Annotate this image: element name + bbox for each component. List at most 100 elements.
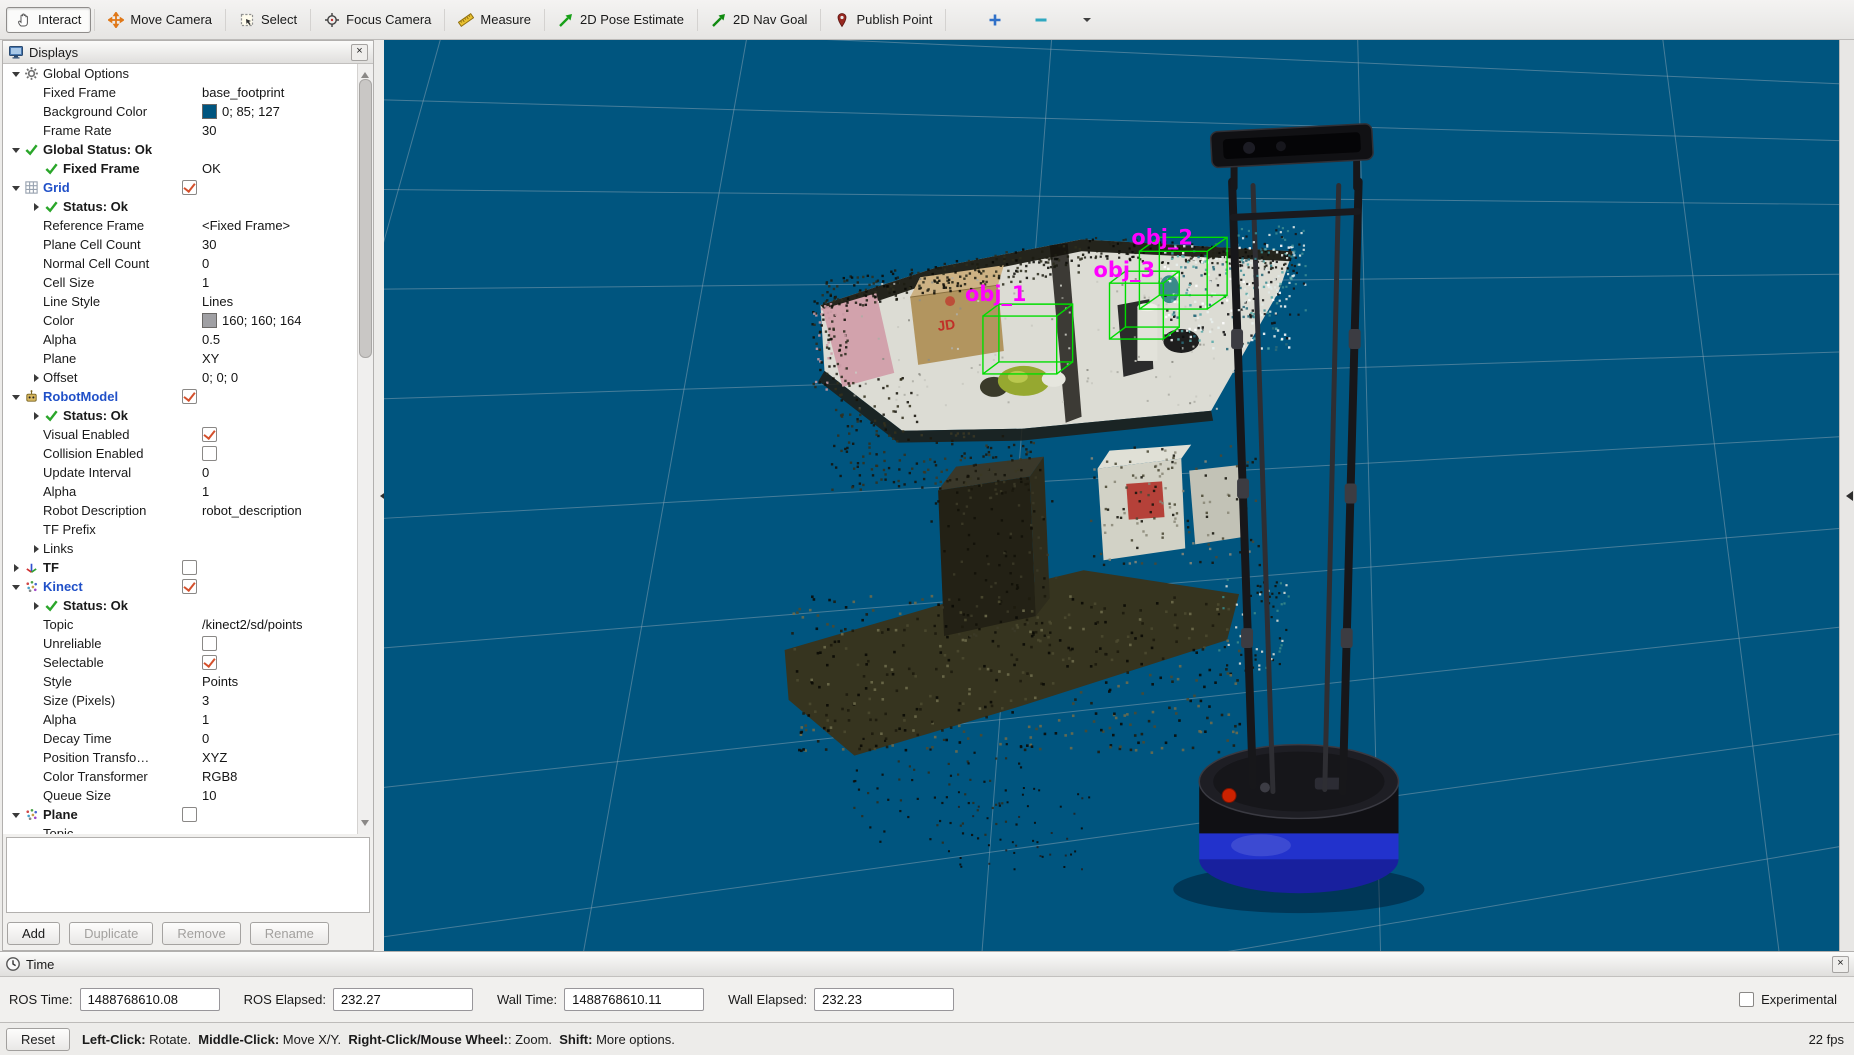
tree-row-visual-enabled[interactable]: Visual Enabled [3,425,358,444]
tree-value[interactable]: 0; 0; 0 [202,370,358,385]
expander-closed-icon[interactable] [9,558,23,577]
add-button[interactable]: Add [7,922,60,945]
tree-row-kinect[interactable]: Kinect [3,577,358,596]
experimental-checkbox[interactable] [1739,992,1754,1007]
tree-row-color[interactable]: Color160; 160; 164 [3,311,358,330]
enable-checkbox[interactable] [182,389,197,404]
tree-row-status-ok[interactable]: Status: Ok [3,406,358,425]
tree-row-plane-cell-count[interactable]: Plane Cell Count30 [3,235,358,254]
tree-row-normal-cell-count[interactable]: Normal Cell Count0 [3,254,358,273]
tree-row-tf-prefix[interactable]: TF Prefix [3,520,358,539]
expander-closed-icon[interactable] [29,197,43,216]
tree-value[interactable]: 0.5 [202,332,358,347]
views-panel-collapsed-strip[interactable] [1839,40,1854,951]
tree-row-line-style[interactable]: Line StyleLines [3,292,358,311]
time-field-input-ros-elapsed[interactable] [333,988,473,1011]
enable-checkbox[interactable] [182,560,197,575]
tree-value[interactable]: 10 [202,788,358,803]
tree-value[interactable]: 30 [202,237,358,252]
expand-panel-icon[interactable] [1841,491,1853,501]
time-field-input-wall-elapsed[interactable] [814,988,954,1011]
time-panel-titlebar[interactable]: Time × [0,952,1854,977]
tree-row-status-ok[interactable]: Status: Ok [3,197,358,216]
tree-value[interactable]: 30 [202,123,358,138]
scrollbar-thumb[interactable] [359,79,372,358]
tree-row-queue-size[interactable]: Queue Size10 [3,786,358,805]
tree-scrollbar[interactable] [357,64,373,834]
tree-value[interactable]: /kinect2/sd/points [202,617,358,632]
tree-value[interactable]: RGB8 [202,769,358,784]
tree-row-fixed-frame[interactable]: Fixed FrameOK [3,159,358,178]
tree-value[interactable]: robot_description [202,503,358,518]
tree-value[interactable]: Lines [202,294,358,309]
tree-row-position-transfo[interactable]: Position Transfo…XYZ [3,748,358,767]
color-value-text[interactable]: 160; 160; 164 [222,313,302,328]
tree-row-alpha[interactable]: Alpha1 [3,710,358,729]
tree-row-robotmodel[interactable]: RobotModel [3,387,358,406]
tool-move-camera[interactable]: Move Camera [98,7,222,33]
expander-open-icon[interactable] [9,577,23,596]
enable-checkbox[interactable] [202,636,217,651]
tree-row-tf[interactable]: TF [3,558,358,577]
enable-checkbox[interactable] [202,655,217,670]
tree-row-links[interactable]: Links [3,539,358,558]
tree-row-size-pixels[interactable]: Size (Pixels)3 [3,691,358,710]
3d-viewport[interactable]: JDobj_1obj_2obj_3 [384,40,1839,951]
tree-row-color-transformer[interactable]: Color TransformerRGB8 [3,767,358,786]
enable-checkbox[interactable] [202,446,217,461]
tree-row-fixed-frame[interactable]: Fixed Framebase_footprint [3,83,358,102]
tool-select[interactable]: Select [229,7,307,33]
color-value-text[interactable]: 0; 85; 127 [222,104,280,119]
tree-row-reference-frame[interactable]: Reference Frame<Fixed Frame> [3,216,358,235]
tree-row-alpha[interactable]: Alpha1 [3,482,358,501]
displays-close-icon[interactable]: × [351,44,368,61]
tree-row-style[interactable]: StylePoints [3,672,358,691]
tree-value[interactable]: XYZ [202,750,358,765]
tool-publish-point[interactable]: Publish Point [824,7,942,33]
panel-splitter[interactable] [374,40,384,951]
tree-row-plane[interactable]: Plane [3,805,358,824]
tree-row-background-color[interactable]: Background Color0; 85; 127 [3,102,358,121]
expander-closed-icon[interactable] [29,596,43,615]
expander-closed-icon[interactable] [29,406,43,425]
tree-value[interactable]: XY [202,351,358,366]
expander-open-icon[interactable] [9,178,23,197]
tree-row-frame-rate[interactable]: Frame Rate30 [3,121,358,140]
tree-row-update-interval[interactable]: Update Interval0 [3,463,358,482]
time-field-input-ros-time[interactable] [80,988,220,1011]
tool-interact[interactable]: Interact [6,7,91,33]
tree-row-topic[interactable]: Topic [3,824,358,834]
tree-value[interactable]: <Fixed Frame> [202,218,358,233]
expander-open-icon[interactable] [9,805,23,824]
enable-checkbox[interactable] [182,579,197,594]
add-tool-button[interactable] [977,7,1013,33]
expander-closed-icon[interactable] [29,368,43,387]
tree-row-cell-size[interactable]: Cell Size1 [3,273,358,292]
tree-row-topic[interactable]: Topic/kinect2/sd/points [3,615,358,634]
tree-row-grid[interactable]: Grid [3,178,358,197]
tree-row-global-status-ok[interactable]: Global Status: Ok [3,140,358,159]
scrollbar-up-icon[interactable] [361,68,369,78]
tree-value[interactable]: OK [202,161,358,176]
enable-checkbox[interactable] [202,427,217,442]
tree-value[interactable]: Points [202,674,358,689]
tree-row-selectable[interactable]: Selectable [3,653,358,672]
scrollbar-down-icon[interactable] [361,820,369,830]
tree-row-offset[interactable]: Offset0; 0; 0 [3,368,358,387]
tree-value[interactable]: 0 [202,465,358,480]
tool-2d-pose-estimate[interactable]: 2D Pose Estimate [548,7,694,33]
tree-value[interactable]: base_footprint [202,85,358,100]
tree-value[interactable]: 0 [202,731,358,746]
tool-focus-camera[interactable]: Focus Camera [314,7,441,33]
tool-options-button[interactable] [1069,7,1105,33]
tree-value[interactable]: 0 [202,256,358,271]
time-field-input-wall-time[interactable] [564,988,704,1011]
remove-button[interactable]: Remove [162,922,240,945]
tool-2d-nav-goal[interactable]: 2D Nav Goal [701,7,817,33]
enable-checkbox[interactable] [182,807,197,822]
tree-row-decay-time[interactable]: Decay Time0 [3,729,358,748]
tree-row-alpha[interactable]: Alpha0.5 [3,330,358,349]
enable-checkbox[interactable] [182,180,197,195]
time-close-icon[interactable]: × [1832,956,1849,973]
reset-button[interactable]: Reset [6,1028,70,1051]
